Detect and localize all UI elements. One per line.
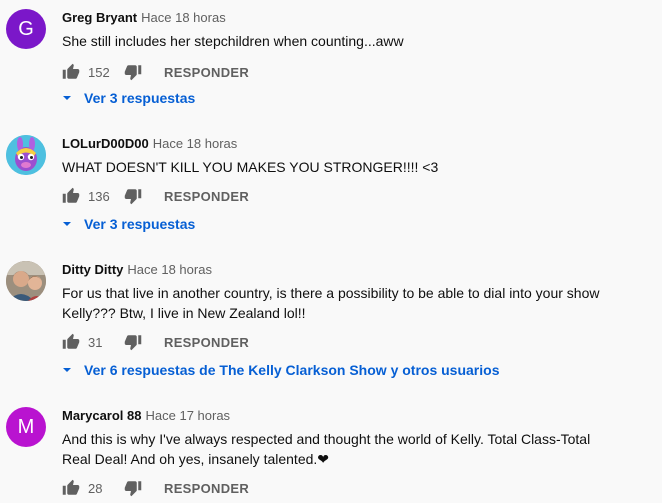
- thumbs-down-icon[interactable]: [124, 187, 142, 205]
- comment-time[interactable]: Hace 17 horas: [146, 408, 231, 423]
- view-replies-label: Ver 3 respuestas: [84, 90, 196, 106]
- thumbs-down-icon[interactable]: [124, 479, 142, 497]
- comment-actions: 31 RESPONDER: [62, 330, 249, 354]
- caret-down-icon: [63, 222, 71, 226]
- view-replies-button[interactable]: Ver 3 respuestas: [62, 87, 195, 109]
- comment-header: LOLurD00D00 Hace 18 horas: [62, 135, 237, 153]
- comment-text: She still includes her stepchildren when…: [62, 33, 404, 49]
- reply-button[interactable]: RESPONDER: [164, 335, 249, 350]
- avatar[interactable]: [6, 261, 46, 301]
- like-count: 31: [88, 334, 103, 350]
- comment-actions: 152 RESPONDER: [62, 60, 249, 84]
- comment-author[interactable]: LOLurD00D00: [62, 136, 149, 151]
- reply-button[interactable]: RESPONDER: [164, 481, 249, 496]
- view-replies-button[interactable]: Ver 6 respuestas de The Kelly Clarkson S…: [62, 359, 499, 381]
- thumbs-up-icon[interactable]: [62, 479, 80, 497]
- comment-text: And this is why I've always respected an…: [62, 431, 591, 467]
- comment-time[interactable]: Hace 18 horas: [127, 262, 212, 277]
- comment-actions: 136 RESPONDER: [62, 184, 249, 208]
- comment-author[interactable]: Greg Bryant: [62, 10, 137, 25]
- like-count: 136: [88, 188, 110, 204]
- thumbs-down-icon[interactable]: [124, 63, 142, 81]
- avatar[interactable]: M: [6, 407, 46, 447]
- view-replies-label: Ver 6 respuestas de The Kelly Clarkson S…: [84, 362, 500, 378]
- caret-down-icon: [63, 368, 71, 372]
- llama-avatar-icon: [6, 135, 46, 175]
- thumbs-down-icon[interactable]: [124, 333, 142, 351]
- thumbs-up-icon[interactable]: [62, 63, 80, 81]
- comment-time[interactable]: Hace 18 horas: [141, 10, 226, 25]
- avatar[interactable]: [6, 135, 46, 175]
- avatar[interactable]: G: [6, 9, 46, 49]
- comment-author[interactable]: Marycarol 88: [62, 408, 142, 423]
- comment-header: Ditty Ditty Hace 18 horas: [62, 261, 212, 279]
- thumbs-up-icon[interactable]: [62, 187, 80, 205]
- comment-text: For us that live in another country, is …: [62, 285, 600, 321]
- comment-header: Greg Bryant Hace 18 horas: [62, 9, 226, 27]
- comment-author[interactable]: Ditty Ditty: [62, 262, 123, 277]
- thumbs-up-icon[interactable]: [62, 333, 80, 351]
- comment-actions: 28 RESPONDER: [62, 476, 249, 500]
- view-replies-label: Ver 3 respuestas: [84, 216, 196, 232]
- photo-avatar-icon: [6, 261, 46, 301]
- reply-button[interactable]: RESPONDER: [164, 65, 249, 80]
- comment-text: WHAT DOESN'T KILL YOU MAKES YOU STRONGER…: [62, 159, 439, 175]
- avatar-letter: M: [17, 415, 35, 438]
- comment-header: Marycarol 88 Hace 17 horas: [62, 407, 230, 425]
- caret-down-icon: [63, 96, 71, 100]
- like-count: 28: [88, 480, 103, 496]
- comment-time[interactable]: Hace 18 horas: [153, 136, 238, 151]
- reply-button[interactable]: RESPONDER: [164, 189, 249, 204]
- like-count: 152: [88, 64, 110, 80]
- avatar-letter: G: [18, 17, 34, 40]
- view-replies-button[interactable]: Ver 3 respuestas: [62, 213, 195, 235]
